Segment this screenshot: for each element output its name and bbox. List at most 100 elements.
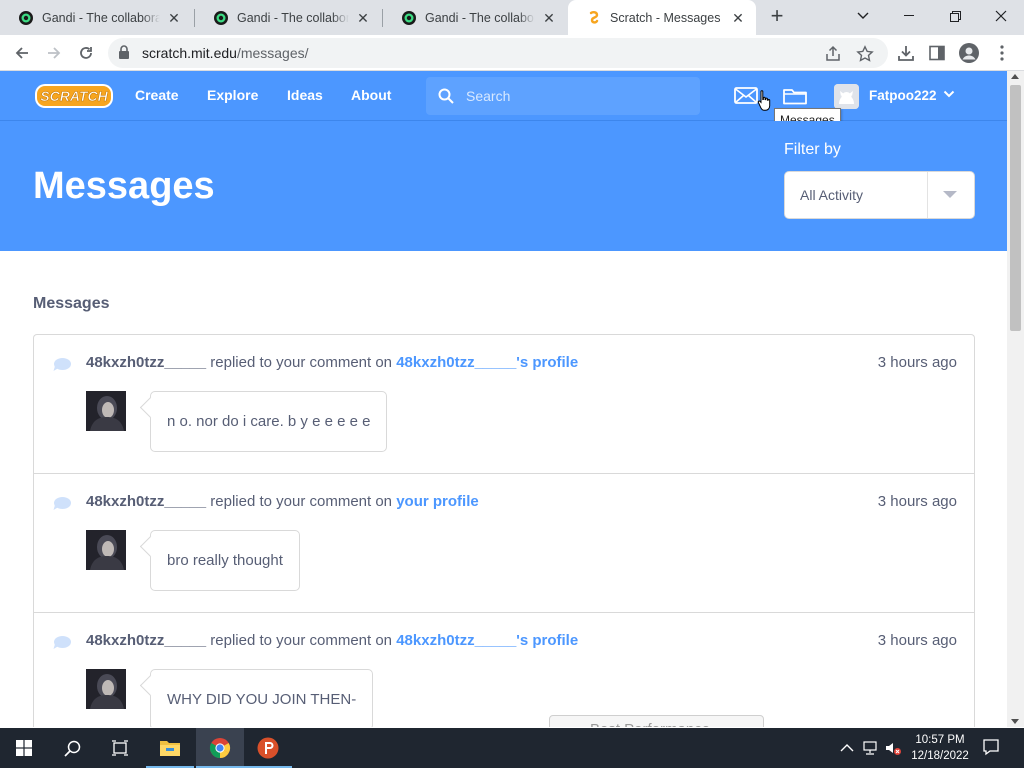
- notification-center-icon[interactable]: [982, 738, 1000, 756]
- app-p-icon: [257, 737, 279, 759]
- tab-close-icon[interactable]: ✕: [355, 10, 371, 26]
- url-text: scratch.mit.edu/messages/: [142, 45, 309, 61]
- scroll-down-arrow-icon[interactable]: [1011, 719, 1019, 724]
- avatar[interactable]: [834, 84, 859, 109]
- clock-date: 12/18/2022: [911, 750, 969, 762]
- search-input[interactable]: Search: [426, 77, 700, 115]
- restore-icon: [949, 10, 961, 22]
- nav-about-link[interactable]: About: [351, 87, 391, 103]
- message-target-link[interactable]: your profile: [396, 493, 479, 510]
- tab-search-button[interactable]: [840, 0, 886, 32]
- close-window-button[interactable]: [978, 0, 1024, 32]
- nav-create-link[interactable]: Create: [135, 87, 179, 103]
- minimize-button[interactable]: [886, 0, 932, 32]
- file-explorer-taskbar-button[interactable]: [146, 728, 194, 768]
- nav-ideas-link[interactable]: Ideas: [287, 87, 323, 103]
- chrome-taskbar-button[interactable]: [196, 728, 244, 768]
- page-viewport: SCRATCH Create Explore Ideas About Searc…: [0, 71, 1007, 727]
- windows-logo-icon: [16, 740, 32, 756]
- app-p-taskbar-button[interactable]: [244, 728, 292, 768]
- chevron-up-icon[interactable]: [839, 740, 855, 756]
- messages-hero: Messages Filter by All Activity: [0, 121, 1007, 251]
- message-action-text: replied to your comment on: [210, 632, 393, 649]
- message-text: 48kxzh0tzz_____ replied to your comment …: [86, 354, 578, 371]
- user-avatar-icon: [86, 669, 126, 709]
- message-target-link[interactable]: 48kxzh0tzz_____'s profile: [396, 354, 578, 371]
- message-user-link[interactable]: 48kxzh0tzz_____: [86, 493, 206, 510]
- comment-bubble: n o. nor do i care. b y e e e e e: [150, 391, 388, 452]
- new-tab-button[interactable]: +: [766, 5, 788, 28]
- volume-muted-icon[interactable]: [885, 740, 901, 756]
- downloads-button[interactable]: [896, 43, 916, 63]
- chevron-down-icon[interactable]: [943, 90, 955, 98]
- comment-bubble-icon: [53, 636, 71, 649]
- tab-close-icon[interactable]: ✕: [730, 10, 746, 26]
- username[interactable]: Fatpoo222: [869, 88, 937, 103]
- browser-tab-gandi-1[interactable]: Gandi - The collaborative ✕: [0, 0, 192, 35]
- comment-bubble-icon: [53, 358, 71, 371]
- back-button[interactable]: [8, 39, 36, 67]
- list-item: 48kxzh0tzz_____ replied to your comment …: [34, 613, 974, 727]
- forward-button[interactable]: [40, 39, 68, 67]
- reload-icon: [80, 47, 92, 59]
- avatar[interactable]: [86, 391, 126, 431]
- message-user-link[interactable]: 48kxzh0tzz_____: [86, 632, 206, 649]
- bookmark-star-icon[interactable]: [856, 45, 874, 63]
- url-path: /messages/: [236, 45, 309, 61]
- my-stuff-folder-icon[interactable]: [782, 84, 808, 108]
- performance-overlay-banner: Best Performance: [549, 715, 764, 727]
- scratch-favicon-icon: [589, 10, 599, 24]
- back-arrow-icon: [15, 47, 28, 59]
- tab-close-icon[interactable]: ✕: [541, 10, 557, 26]
- message-action-text: replied to your comment on: [210, 493, 393, 510]
- message-timestamp: 3 hours ago: [877, 632, 957, 649]
- address-bar[interactable]: scratch.mit.edu/messages/: [108, 38, 888, 68]
- message-target-link[interactable]: 48kxzh0tzz_____'s profile: [396, 632, 578, 649]
- user-avatar-icon: [86, 391, 126, 431]
- browser-tab-gandi-2[interactable]: Gandi - The collaborative ✕: [195, 0, 381, 35]
- close-icon: [995, 10, 1007, 22]
- taskbar-search-button[interactable]: [48, 728, 96, 768]
- browser-menu-button[interactable]: [992, 43, 1012, 63]
- avatar[interactable]: [86, 669, 126, 709]
- page-scrollbar[interactable]: [1007, 71, 1024, 727]
- restore-button[interactable]: [932, 0, 978, 32]
- scrollbar-thumb[interactable]: [1010, 85, 1021, 331]
- network-icon[interactable]: [862, 740, 878, 756]
- message-user-link[interactable]: 48kxzh0tzz_____: [86, 354, 206, 371]
- side-panel-icon: [929, 45, 945, 61]
- kebab-menu-icon: [1000, 45, 1004, 61]
- scratch-logo[interactable]: SCRATCH: [34, 82, 114, 110]
- clock-time: 10:57 PM: [915, 734, 965, 746]
- task-view-button[interactable]: [96, 728, 144, 768]
- side-panel-button[interactable]: [927, 43, 947, 63]
- lock-icon: [119, 45, 129, 59]
- comment-bubble: WHY DID YOU JOIN THEN-: [150, 669, 374, 727]
- user-avatar-icon: [86, 530, 126, 570]
- taskbar-clock[interactable]: 10:57 PM 12/18/2022: [905, 732, 975, 764]
- hand-pointer-cursor-icon: [757, 90, 771, 111]
- reload-button[interactable]: [72, 39, 100, 67]
- filter-selected-value: All Activity: [800, 187, 864, 203]
- filter-select[interactable]: All Activity: [784, 171, 975, 219]
- profile-button[interactable]: [959, 43, 979, 63]
- scratch-navbar: SCRATCH Create Explore Ideas About Searc…: [0, 71, 1007, 132]
- chrome-icon: [209, 738, 231, 759]
- browser-tab-scratch-messages[interactable]: Scratch - Messages ✕: [568, 0, 756, 35]
- gandi-icon: [214, 10, 228, 25]
- comment-bubble: bro really thought: [150, 530, 300, 591]
- avatar[interactable]: [86, 530, 126, 570]
- gandi-icon: [19, 10, 33, 25]
- select-divider: [927, 172, 928, 218]
- nav-explore-link[interactable]: Explore: [207, 87, 258, 103]
- message-text: 48kxzh0tzz_____ replied to your comment …: [86, 632, 578, 649]
- start-button[interactable]: [0, 728, 48, 768]
- gandi-icon: [402, 10, 416, 25]
- forward-arrow-icon: [48, 47, 61, 59]
- tab-close-icon[interactable]: ✕: [166, 10, 182, 26]
- task-view-icon: [112, 740, 128, 756]
- browser-tab-gandi-3[interactable]: Gandi - The collaborative ✕: [383, 0, 567, 35]
- scroll-up-arrow-icon[interactable]: [1011, 74, 1019, 79]
- filter-label: Filter by: [784, 141, 841, 158]
- share-icon[interactable]: [824, 45, 842, 63]
